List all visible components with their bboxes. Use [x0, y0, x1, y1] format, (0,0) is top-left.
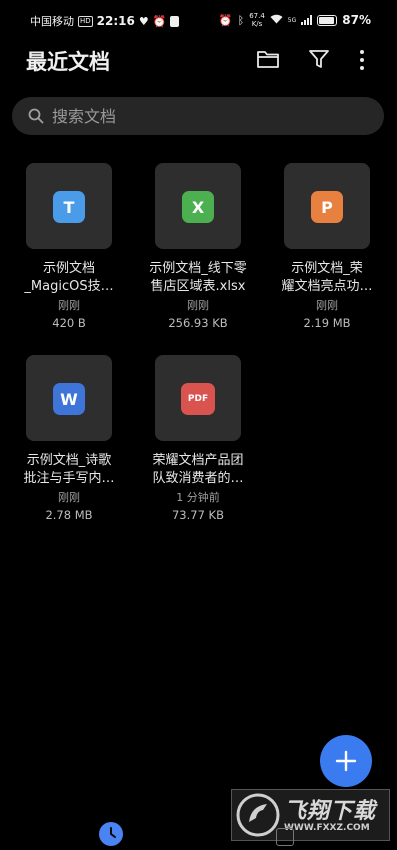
file-size: 256.93 KB [168, 316, 228, 330]
file-time: 刚刚 [187, 299, 209, 312]
file-item[interactable]: P 示例文档_荣 耀文档亮点功… 刚刚 2.19 MB [264, 163, 390, 331]
watermark: 飞翔下载 WWW.FXXZ.COM [231, 789, 390, 841]
folder-icon[interactable] [256, 48, 280, 74]
file-size: 2.19 MB [303, 316, 351, 330]
clock: 22:16 [96, 14, 135, 28]
app-notification-icon [170, 15, 180, 27]
file-name: 荣耀文档产品团 队致消费者的… [135, 452, 261, 488]
page-title: 最近文档 [26, 50, 110, 74]
add-document-button[interactable] [320, 735, 372, 787]
carrier-label: 中国移动 [30, 15, 74, 28]
txt-file-icon: T [53, 191, 85, 223]
pdf-file-icon: PDF [181, 383, 215, 415]
file-name-line1: 示例文档_荣 [291, 261, 363, 276]
file-thumbnail[interactable]: PDF [155, 355, 241, 441]
net-speed: 67.4 K/s [249, 12, 265, 28]
alarm-clock-icon: ⏰ [218, 13, 233, 27]
word-file-icon: W [53, 383, 85, 415]
excel-file-icon: X [182, 191, 214, 223]
signal-type: 5G [287, 16, 297, 24]
search-icon [28, 108, 44, 128]
file-name: 示例文档_线下零 售店区域表.xlsx [135, 260, 261, 296]
clock-icon [110, 827, 116, 838]
more-icon[interactable] [356, 48, 368, 76]
file-size: 73.77 KB [171, 508, 224, 522]
file-name-line2: 队致消费者的… [152, 471, 244, 486]
file-item[interactable]: PDF 荣耀文档产品团 队致消费者的… 1 分钟前 73.77 KB [135, 355, 261, 523]
file-thumbnail[interactable]: T [26, 163, 112, 249]
battery-icon [317, 14, 338, 26]
ppt-file-icon: P [311, 191, 343, 223]
file-name: 示例文档 _MagicOS技… [6, 260, 132, 296]
file-time: 刚刚 [316, 299, 338, 312]
file-thumbnail[interactable]: P [284, 163, 370, 249]
net-speed-value: 67.4 [249, 12, 265, 20]
net-speed-unit: K/s [251, 20, 263, 28]
file-time: 刚刚 [58, 491, 80, 504]
bluetooth-icon: ᛒ [237, 13, 245, 27]
search-input[interactable] [52, 97, 372, 135]
status-bar: 中国移动 HD 22:16 ♥ ⏰ ⏰ ᛒ 67.4 K/s 5G 87% [0, 0, 397, 38]
file-name-line1: 示例文档_线下零 [149, 261, 247, 276]
signal-icon [301, 15, 313, 25]
search-bar[interactable] [12, 97, 384, 135]
watermark-logo [236, 793, 280, 837]
filter-icon[interactable] [308, 48, 330, 74]
nav-files-tab[interactable] [276, 828, 294, 846]
file-time: 刚刚 [58, 299, 80, 312]
battery-percent: 87% [342, 13, 371, 27]
file-item[interactable]: W 示例文档_诗歌 批注与手写内… 刚刚 2.78 MB [6, 355, 132, 523]
file-thumbnail[interactable]: W [26, 355, 112, 441]
file-name: 示例文档_诗歌 批注与手写内… [6, 452, 132, 488]
file-size: 2.78 MB [45, 508, 93, 522]
heart-icon: ♥ [138, 14, 149, 28]
file-name: 示例文档_荣 耀文档亮点功… [264, 260, 390, 296]
file-thumbnail[interactable]: X [155, 163, 241, 249]
file-item[interactable]: X 示例文档_线下零 售店区域表.xlsx 刚刚 256.93 KB [135, 163, 261, 331]
watermark-text: 飞翔下载 [284, 799, 377, 824]
file-item[interactable]: T 示例文档 _MagicOS技… 刚刚 420 B [6, 163, 132, 331]
file-size: 420 B [52, 316, 86, 330]
file-name-line1: 示例文档 [42, 261, 95, 276]
watermark-url: WWW.FXXZ.COM [284, 823, 370, 833]
file-name-line2: 售店区域表.xlsx [150, 279, 246, 294]
file-name-line1: 示例文档_诗歌 [26, 453, 112, 468]
file-time: 1 分钟前 [176, 491, 220, 504]
hd-badge: HD [78, 15, 93, 27]
file-name-line1: 荣耀文档产品团 [152, 453, 244, 468]
alarm-icon: ⏰ [152, 14, 167, 28]
wifi-icon [270, 14, 283, 27]
file-name-line2: _MagicOS技… [24, 279, 114, 294]
file-name-line2: 批注与手写内… [23, 471, 115, 486]
plus-icon [335, 750, 357, 772]
file-name-line2: 耀文档亮点功… [281, 279, 373, 294]
nav-recent-tab[interactable] [99, 822, 123, 846]
